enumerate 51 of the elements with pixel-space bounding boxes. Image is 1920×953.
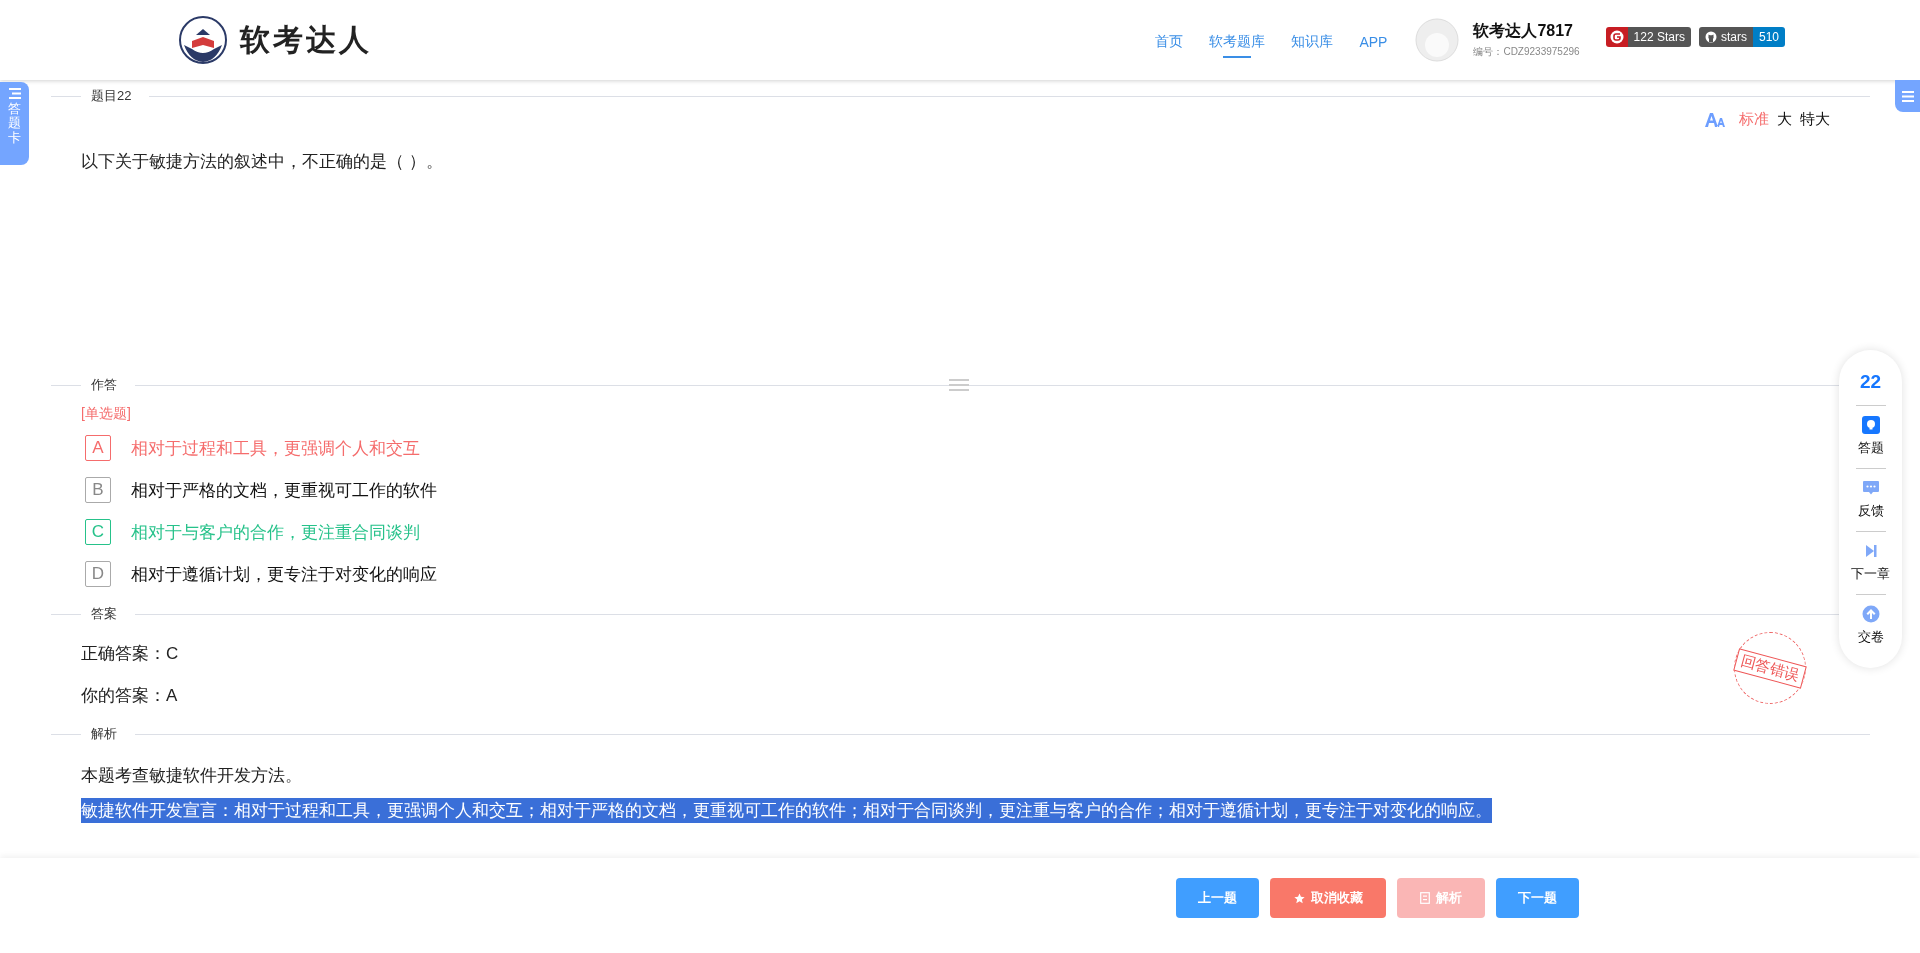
option-letter[interactable]: A [85,435,111,461]
gitee-icon [1609,30,1624,44]
nav-link[interactable]: 首页 [1155,29,1184,58]
logo-text: 软考达人 [240,21,372,58]
analysis-text: 本题考查敏捷软件开发方法。 [81,766,302,785]
stamp-text: 回答错误 [1733,647,1807,689]
section-title: 题目22 [90,87,133,105]
section-title: 解析 [90,725,118,743]
option-letter[interactable]: D [85,561,111,587]
option-letter[interactable]: C [85,519,111,545]
panel-button[interactable]: 反馈 [1857,479,1884,520]
font-size-icon [1705,111,1727,128]
upload-icon [1861,605,1880,623]
footer-button[interactable]: 下一题 [1496,878,1579,918]
panel-button[interactable]: 交卷 [1857,605,1884,646]
username: 软考达人7817 [1473,21,1574,41]
option-text[interactable]: 相对于严格的文档，更重视可工作的软件 [131,478,437,502]
document-icon [1420,892,1430,904]
nav-link[interactable]: APP [1359,30,1388,57]
logo-icon [178,15,228,65]
footer-button[interactable]: 取消收藏 [1270,878,1386,918]
section-title: 答案 [90,605,118,623]
drag-handle-icon[interactable] [949,379,969,391]
correct-answer: 正确答案：C [81,643,179,665]
your-answer: 你的答案：A [81,685,178,707]
panel-button[interactable]: 下一章 [1851,542,1890,583]
list-icon [8,88,21,99]
nav-link[interactable]: 知识库 [1291,29,1334,58]
menu-tab[interactable] [1895,80,1920,112]
option-text[interactable]: 相对于过程和工具，更强调个人和交互 [131,436,420,460]
menu-icon [1901,90,1914,102]
panel-button[interactable]: 答题 [1857,416,1884,457]
question-text: 以下关于敏捷方法的叙述中，不正确的是（ ）。 [81,151,444,173]
avatar [1415,18,1460,62]
github-icon [1704,31,1717,43]
font-size-option[interactable]: 特大 [1800,110,1830,129]
analysis-text: 敏捷软件开发宣言：相对于过程和工具，更强调个人和交互；相对于严格的文档，更重视可工作的软件；相对于合同谈判，更注重与客户的合作；相对于遵循计划，更专注于对变化的响应。 [81,798,1492,823]
user-id: 编号：CDZ9233975296 [1473,45,1580,59]
section-title: 作答 [90,376,118,394]
option-text[interactable]: 相对于遵循计划，更专注于对变化的响应 [131,562,437,586]
question-number: 22 [1859,370,1882,394]
chat-icon [1861,479,1880,497]
answer-card-tab[interactable]: 答题卡 [0,82,29,165]
option-letter[interactable]: B [85,477,111,503]
lightbulb-icon [1861,416,1880,434]
question-type: [单选题] [81,405,132,423]
font-size-option[interactable]: 标准 [1739,110,1769,129]
footer-button[interactable]: 上一题 [1176,878,1259,918]
option-text[interactable]: 相对于与客户的合作，更注重合同谈判 [131,520,420,544]
font-size-option[interactable]: 大 [1777,110,1792,129]
star-icon [1293,892,1305,904]
